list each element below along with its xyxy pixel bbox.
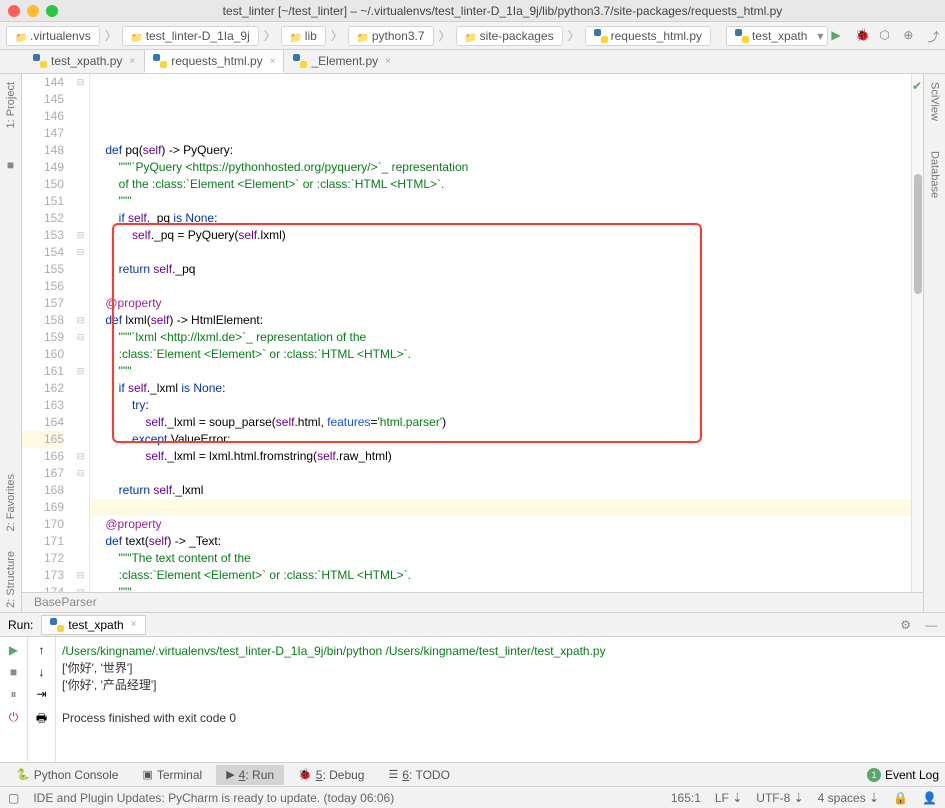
python-file-icon bbox=[735, 29, 749, 43]
code-breadcrumb[interactable]: BaseParser bbox=[22, 592, 923, 612]
run-panel: Run: test_xpath × ⚙ — ▶ ■ ⏸ ⏻ ↑ ↓ ⇥ 🖶 /U… bbox=[0, 612, 945, 762]
status-message[interactable]: IDE and Plugin Updates: PyCharm is ready… bbox=[33, 791, 394, 805]
sciview-tool-button[interactable]: SciView bbox=[929, 82, 941, 121]
close-window-icon[interactable] bbox=[8, 5, 20, 17]
minimize-window-icon[interactable] bbox=[27, 5, 39, 17]
editor-tab[interactable]: requests_html.py× bbox=[144, 49, 284, 73]
exit-button[interactable]: ⏻ bbox=[9, 710, 19, 725]
run-button[interactable]: ▶ bbox=[831, 28, 847, 44]
breadcrumb-item[interactable]: lib bbox=[281, 26, 326, 46]
titlebar: test_linter [~/test_linter] – ~/.virtual… bbox=[0, 0, 945, 22]
run-session-tab[interactable]: test_xpath × bbox=[41, 615, 145, 635]
code-area[interactable]: 💡 def pq(self) -> PyQuery: """`PyQuery <… bbox=[90, 74, 911, 592]
run-output[interactable]: /Users/kingname/.virtualenvs/test_linter… bbox=[56, 637, 945, 762]
close-icon[interactable]: × bbox=[385, 56, 391, 67]
down-icon[interactable]: ↓ bbox=[39, 665, 45, 679]
caret-position[interactable]: 165:1 bbox=[671, 791, 701, 805]
breadcrumb-item[interactable]: site-packages bbox=[456, 26, 563, 46]
hide-panel-icon[interactable]: — bbox=[925, 618, 937, 632]
breadcrumb-item[interactable]: python3.7 bbox=[348, 26, 434, 46]
python-file-icon bbox=[153, 54, 167, 68]
favorites-tool-button[interactable]: 2: Favorites bbox=[5, 474, 17, 531]
left-rail-bottom: 2: Favorites 2: Structure bbox=[0, 474, 22, 608]
python-file-icon bbox=[50, 618, 64, 632]
event-log-button[interactable]: 1Event Log bbox=[867, 768, 939, 782]
pause-button[interactable]: ⏸ bbox=[10, 687, 16, 702]
bottom-tool-tabs: 🐍 Python Console ▣ Terminal ▶ 4: Run 🐞 5… bbox=[0, 762, 945, 786]
run-toolbar: ▶ ■ ⏸ ⏻ bbox=[0, 637, 28, 762]
window-title: test_linter [~/test_linter] – ~/.virtual… bbox=[68, 4, 937, 18]
debug-button[interactable]: 🐞 bbox=[855, 28, 871, 44]
python-file-icon bbox=[594, 29, 608, 43]
line-separator[interactable]: LF ⇣ bbox=[715, 791, 742, 805]
folder-icon bbox=[465, 30, 477, 42]
run-config-selector[interactable]: test_xpath ▾ bbox=[726, 26, 828, 46]
folder-icon bbox=[357, 30, 369, 42]
structure-tool-button[interactable]: 2: Structure bbox=[5, 551, 17, 608]
close-icon[interactable]: × bbox=[270, 56, 276, 67]
up-icon[interactable]: ↑ bbox=[39, 643, 45, 657]
breadcrumb-item[interactable]: requests_html.py bbox=[585, 26, 711, 46]
folder-icon bbox=[290, 30, 302, 42]
database-tool-button[interactable]: Database bbox=[929, 151, 941, 198]
python-console-tab[interactable]: 🐍 Python Console bbox=[6, 765, 128, 785]
run-panel-label: Run: bbox=[8, 618, 33, 632]
print-icon[interactable]: 🖶 bbox=[36, 709, 47, 730]
folder-icon bbox=[131, 30, 143, 42]
python-file-icon bbox=[293, 54, 307, 68]
breadcrumb-item[interactable]: test_linter-D_1Ia_9j bbox=[122, 26, 259, 46]
line-gutter: 1441451461471481491501511521531541551561… bbox=[22, 74, 72, 592]
wrap-icon[interactable]: ⇥ bbox=[36, 687, 46, 701]
file-encoding[interactable]: UTF-8 ⇣ bbox=[756, 791, 803, 805]
stop-button[interactable]: ■ bbox=[10, 665, 17, 679]
editor-tab[interactable]: test_xpath.py× bbox=[24, 49, 144, 73]
zoom-window-icon[interactable] bbox=[46, 5, 58, 17]
editor-tab[interactable]: _Element.py× bbox=[284, 49, 400, 73]
project-tool-button[interactable]: 1: Project bbox=[5, 82, 17, 128]
run-tab[interactable]: ▶ 4: Run bbox=[216, 765, 284, 785]
fold-column[interactable]: ⊟⊟⊟⊟⊟⊟⊟⊟⊟⊟ bbox=[72, 74, 90, 592]
navigation-bar: .virtualenvs〉 test_linter-D_1Ia_9j〉 lib〉… bbox=[0, 22, 945, 50]
editor-scrollbar[interactable]: ✔ bbox=[911, 74, 923, 592]
intention-bulb-icon[interactable]: 💡 bbox=[90, 423, 91, 440]
right-tool-rail: SciView Database bbox=[923, 74, 945, 612]
coverage-button[interactable]: ⬡ bbox=[879, 28, 895, 44]
profile-button[interactable]: ⊕ bbox=[903, 28, 919, 44]
window-controls bbox=[8, 5, 58, 17]
folder-icon bbox=[15, 30, 27, 42]
python-file-icon bbox=[33, 54, 47, 68]
scrollbar-thumb[interactable] bbox=[914, 174, 922, 294]
breadcrumb-item[interactable]: .virtualenvs bbox=[6, 26, 100, 46]
code-editor[interactable]: 1441451461471481491501511521531541551561… bbox=[22, 74, 923, 592]
lock-icon[interactable]: 🔒 bbox=[893, 791, 908, 805]
analysis-ok-icon: ✔ bbox=[912, 78, 922, 95]
attach-button[interactable]: ⤴ bbox=[927, 28, 943, 44]
tool-window-icon[interactable]: ▢ bbox=[8, 791, 19, 805]
indent-settings[interactable]: 4 spaces ⇣ bbox=[818, 791, 879, 805]
debug-tab[interactable]: 🐞 5: Debug bbox=[288, 765, 374, 785]
terminal-tab[interactable]: ▣ Terminal bbox=[132, 765, 212, 785]
status-bar: ▢ IDE and Plugin Updates: PyCharm is rea… bbox=[0, 786, 945, 808]
todo-tab[interactable]: ☰ 6: TODO bbox=[378, 765, 459, 785]
run-toolbar-2: ↑ ↓ ⇥ 🖶 bbox=[28, 637, 56, 762]
rerun-button[interactable]: ▶ bbox=[9, 643, 18, 657]
editor-tabs: test_xpath.py× requests_html.py× _Elemen… bbox=[0, 50, 945, 74]
inspector-icon[interactable]: 👤 bbox=[922, 791, 937, 805]
gear-icon[interactable]: ⚙ bbox=[900, 618, 911, 632]
close-icon[interactable]: × bbox=[129, 56, 135, 67]
